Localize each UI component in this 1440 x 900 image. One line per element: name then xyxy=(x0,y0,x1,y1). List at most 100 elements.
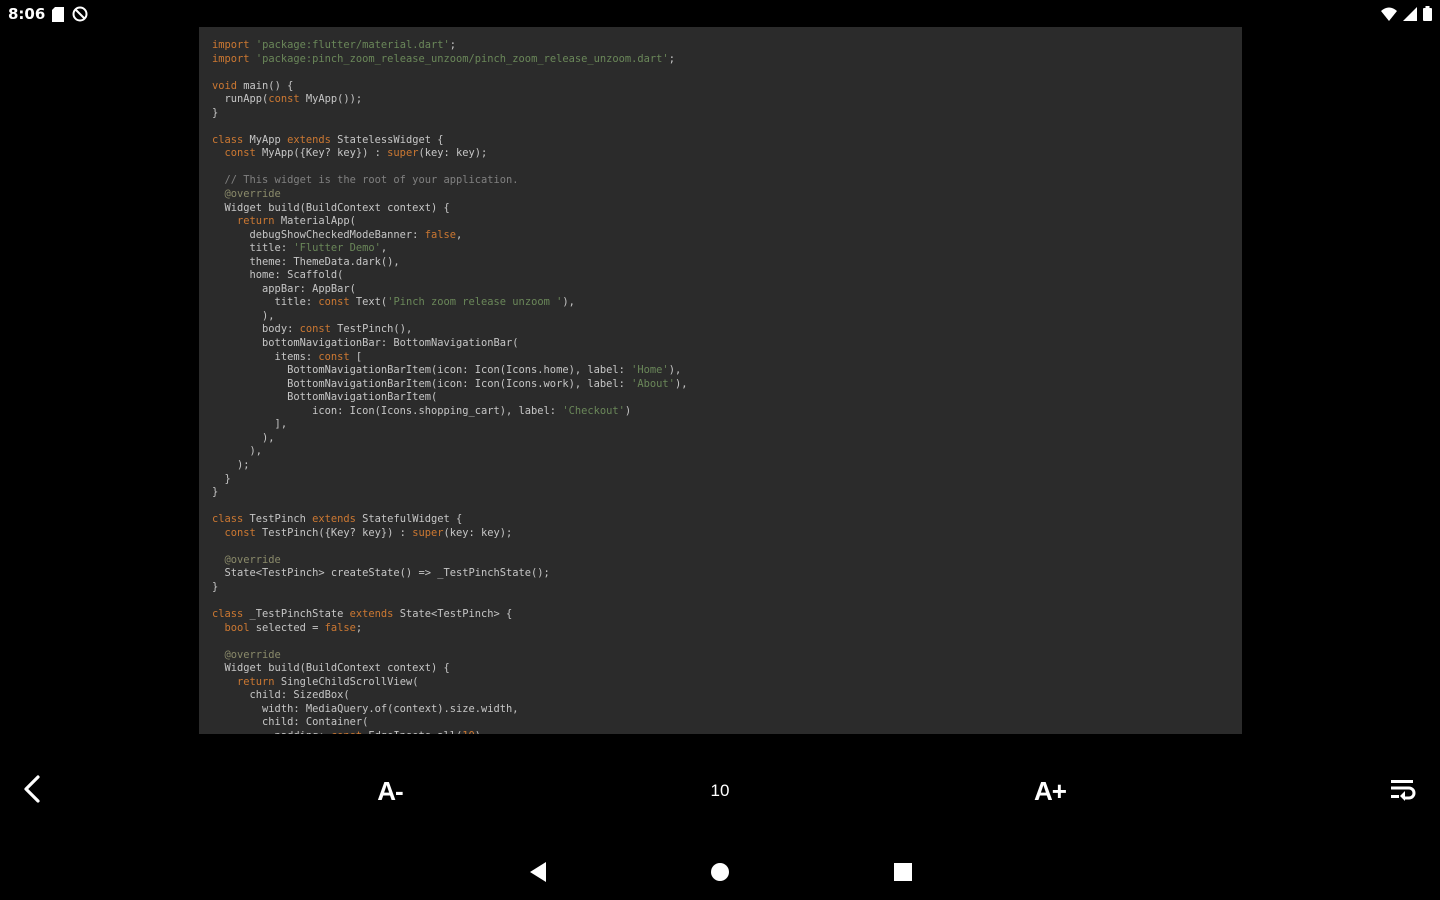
code-line: return SingleChildScrollView( xyxy=(212,676,687,690)
code-line: Widget build(BuildContext context) { xyxy=(212,662,687,676)
code-line: ], xyxy=(212,418,687,432)
code-token: (key: key); xyxy=(418,147,488,160)
wrap-text-icon xyxy=(1389,777,1417,805)
code-token: class xyxy=(212,133,244,146)
code-token: EdgeInsets.all( xyxy=(362,730,462,734)
code-line: class _TestPinchState extends State<Test… xyxy=(212,608,687,622)
code-token: ), xyxy=(668,364,682,377)
code-token: } xyxy=(212,106,219,119)
code-token: SingleChildScrollView( xyxy=(274,675,419,688)
code-token: const xyxy=(318,350,350,363)
code-token: Widget build(BuildContext context) { xyxy=(212,201,450,214)
code-token: BottomNavigationBarItem(icon: Icon(Icons… xyxy=(212,364,632,377)
code-token: } xyxy=(212,580,219,593)
code-line: class TestPinch extends StatefulWidget { xyxy=(212,513,687,527)
code-line: return MaterialApp( xyxy=(212,215,687,229)
nav-home-button[interactable] xyxy=(702,856,738,892)
code-token: class xyxy=(212,513,244,526)
code-token: void xyxy=(212,79,238,92)
navigation-bar xyxy=(0,846,1440,900)
code-token: home: Scaffold( xyxy=(212,269,344,282)
code-token: ), xyxy=(562,296,575,309)
code-token: main() { xyxy=(237,79,294,92)
code-token: , xyxy=(455,228,463,241)
code-token: class xyxy=(212,607,244,620)
sd-card-icon xyxy=(52,6,64,26)
code-token: extends xyxy=(349,607,394,620)
code-token: @override xyxy=(212,648,281,661)
code-line: body: const TestPinch(), xyxy=(212,323,687,337)
wrap-text-button[interactable] xyxy=(1380,755,1426,827)
code-token: 'package:flutter/material.dart' xyxy=(255,39,450,51)
code-token: super xyxy=(412,526,444,539)
code-token: , xyxy=(380,242,388,255)
code-token: import xyxy=(212,52,250,65)
code-line: theme: ThemeData.dark(), xyxy=(212,256,687,270)
code-token: title: xyxy=(212,242,294,255)
back-button[interactable] xyxy=(10,755,54,827)
battery-icon xyxy=(1423,6,1432,25)
code-token: StatelessWidget { xyxy=(330,133,444,146)
code-token: ), xyxy=(212,445,263,458)
code-line: runApp(const MyApp()); xyxy=(212,93,687,107)
code-token: Text( xyxy=(349,296,388,309)
code-token: @override xyxy=(212,553,281,566)
code-token: [ xyxy=(349,350,363,363)
code-token: State<TestPinch> { xyxy=(393,607,513,620)
code-token: 10 xyxy=(462,730,475,734)
code-token: selected = xyxy=(249,621,325,634)
code-token: BottomNavigationBarItem(icon: Icon(Icons… xyxy=(212,377,632,390)
nav-back-icon xyxy=(528,861,548,887)
code-token: theme: ThemeData.dark(), xyxy=(212,255,400,268)
code-viewer[interactable]: import 'package:flutter/material.dart'; i… xyxy=(199,27,1242,734)
code-token: ), xyxy=(475,730,488,734)
font-size-value: 10 xyxy=(710,781,730,800)
code-line: bool selected = false; xyxy=(212,622,687,636)
code-token: MyApp xyxy=(243,133,288,146)
code-token: ), xyxy=(212,309,275,322)
code-token: title: xyxy=(212,296,319,309)
code-line: class MyApp extends StatelessWidget { xyxy=(212,134,687,148)
code-line: import 'package:flutter/material.dart'; xyxy=(212,39,687,53)
code-token: Widget build(BuildContext context) { xyxy=(212,662,450,675)
code-token: debugShowCheckedModeBanner: xyxy=(212,228,425,241)
code-token: 'About' xyxy=(631,377,675,390)
nav-home-icon xyxy=(710,862,730,886)
code-line: debugShowCheckedModeBanner: false, xyxy=(212,229,687,243)
code-token: 'Checkout' xyxy=(562,404,625,417)
nav-recents-button[interactable] xyxy=(885,856,921,892)
code-token: StatefulWidget { xyxy=(355,513,463,526)
code-line: @override xyxy=(212,188,687,202)
code-token: return xyxy=(237,215,275,228)
code-line: Widget build(BuildContext context) { xyxy=(212,202,687,216)
nav-back-button[interactable] xyxy=(520,856,556,892)
code-token: const xyxy=(299,323,331,336)
decrease-font-button[interactable]: A- xyxy=(360,755,420,827)
increase-font-button[interactable]: A+ xyxy=(1020,755,1080,827)
code-token: ), xyxy=(212,431,275,444)
code-line: @override xyxy=(212,649,687,663)
code-line: BottomNavigationBarItem( xyxy=(212,391,687,405)
code-line: BottomNavigationBarItem(icon: Icon(Icons… xyxy=(212,364,687,378)
code-token: const xyxy=(224,147,256,160)
code-token: const xyxy=(331,730,362,734)
code-line: title: const Text('Pinch zoom release un… xyxy=(212,296,687,310)
code-token: extends xyxy=(312,513,356,526)
code-token: child: SizedBox( xyxy=(212,689,350,702)
increase-font-label: A+ xyxy=(1034,775,1067,806)
code-token: bottomNavigationBar: BottomNavigationBar… xyxy=(212,337,519,350)
code-line: child: Container( xyxy=(212,716,687,730)
code-token: 'Flutter Demo' xyxy=(293,242,381,255)
code-line: home: Scaffold( xyxy=(212,269,687,283)
code-token: ; xyxy=(449,39,457,51)
do-not-disturb-icon xyxy=(72,6,88,26)
code-line: appBar: AppBar( xyxy=(212,283,687,297)
